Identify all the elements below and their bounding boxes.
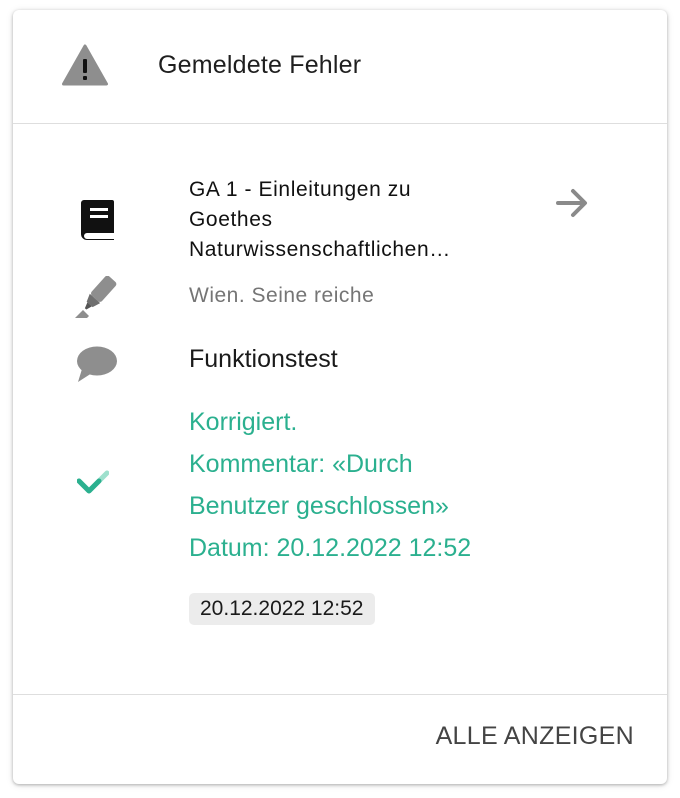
document-title: GA 1 - Einleitungen zu Goethes Naturwiss… <box>189 175 529 265</box>
header-divider <box>13 123 667 124</box>
document-title-line: Naturwissenschaftlichen… <box>189 238 451 261</box>
status-line: Benutzer geschlossen» <box>189 492 449 520</box>
arrow-right-icon[interactable] <box>556 188 590 218</box>
document-title-line: Goethes <box>189 208 273 231</box>
checkmark-icon <box>77 470 109 494</box>
book-icon <box>81 200 114 240</box>
date-chip: 20.12.2022 12:52 <box>189 593 375 625</box>
test-name: Funktionstest <box>189 345 338 373</box>
reported-errors-card: Gemeldete Fehler GA 1 - Einleitungen zu … <box>13 10 667 784</box>
card-header: Gemeldete Fehler <box>13 10 667 123</box>
highlighted-text: Wien. Seine reiche <box>189 284 375 307</box>
warning-triangle-icon <box>62 44 108 86</box>
status-line: Kommentar: «Durch <box>189 450 413 478</box>
status-line: Korrigiert. <box>189 408 298 436</box>
status-text: Korrigiert. Kommentar: «Durch Benutzer g… <box>189 401 471 569</box>
speech-bubble-icon <box>77 346 117 382</box>
card-title: Gemeldete Fehler <box>158 51 362 79</box>
show-all-button[interactable]: ALLE ANZEIGEN <box>436 722 634 751</box>
status-line: Datum: 20.12.2022 12:52 <box>189 534 472 562</box>
footer-divider <box>13 694 667 695</box>
highlighter-marker-icon <box>75 276 117 318</box>
document-title-line: GA 1 - Einleitungen zu <box>189 178 412 201</box>
